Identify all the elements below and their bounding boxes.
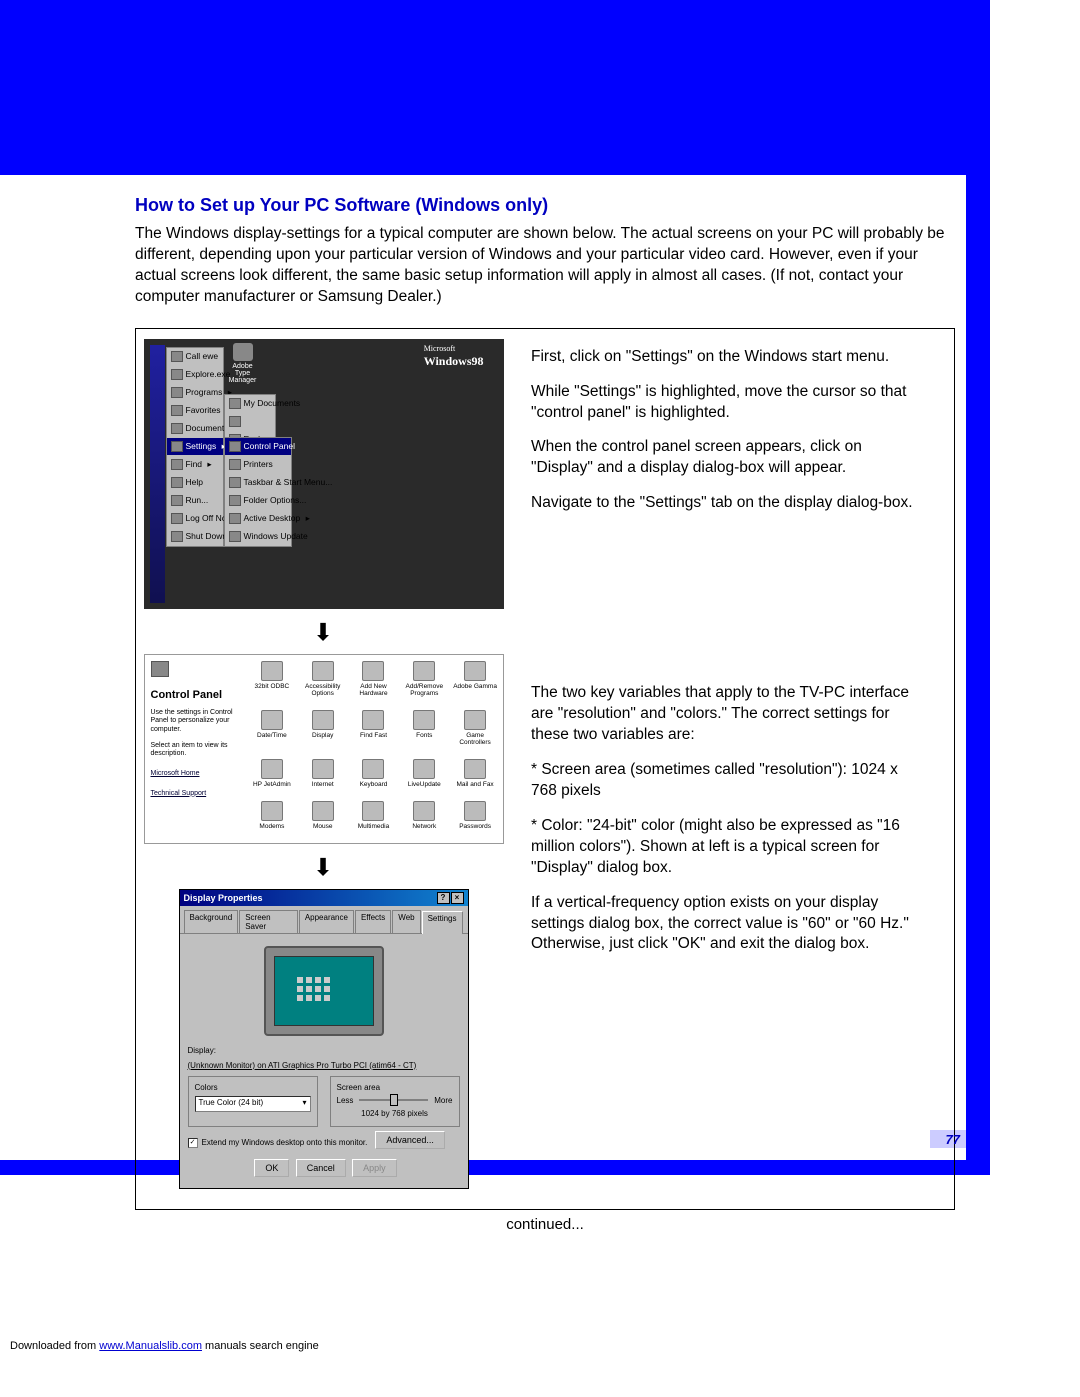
sm-sub-item[interactable]: My Documents bbox=[225, 395, 275, 413]
ok-button[interactable]: OK bbox=[254, 1159, 289, 1177]
sm-item-settings[interactable]: Settings ▸ bbox=[167, 438, 223, 456]
tab-effects[interactable]: Effects bbox=[355, 910, 391, 933]
settings-sub-item[interactable]: Folder Options... bbox=[225, 492, 291, 510]
cp-icon[interactable]: LiveUpdate bbox=[401, 759, 448, 795]
display-label: Display: bbox=[188, 1046, 460, 1055]
chevron-down-icon: ▾ bbox=[302, 1098, 306, 1110]
apply-button[interactable]: Apply bbox=[352, 1159, 397, 1177]
start-menu-list: Call ewe Explore.exe Programs ▸ Favorite… bbox=[166, 347, 224, 547]
monitor-preview bbox=[264, 946, 384, 1036]
instruction-p1: First, click on "Settings" on the Window… bbox=[531, 347, 919, 368]
cp-icon[interactable]: Date/Time bbox=[249, 710, 296, 753]
control-panel-title: Control Panel bbox=[151, 689, 239, 701]
colors-dropdown[interactable]: True Color (24 bit)▾ bbox=[195, 1096, 311, 1112]
help-button[interactable]: ? bbox=[437, 892, 450, 904]
cp-icon[interactable]: Network bbox=[401, 801, 448, 837]
control-panel-screenshot: Control Panel Use the settings in Contro… bbox=[144, 654, 504, 844]
display-properties-dialog: Display Properties ?× Background Screen … bbox=[179, 889, 469, 1189]
sm-item[interactable]: Help bbox=[167, 474, 223, 492]
sm-item[interactable]: Programs ▸ bbox=[167, 384, 223, 402]
extend-desktop-label: Extend my Windows desktop onto this moni… bbox=[202, 1138, 368, 1147]
cp-desc2: Select an item to view its description. bbox=[151, 742, 239, 759]
tab-background[interactable]: Background bbox=[184, 910, 239, 933]
start-menu-screenshot: Adobe Type Manager Microsoft Windows98 W… bbox=[144, 339, 504, 609]
sm-item[interactable]: Find ▸ bbox=[167, 456, 223, 474]
settings-sub-item[interactable]: Printers bbox=[225, 456, 291, 474]
cp-icon[interactable]: Add/Remove Programs bbox=[401, 661, 448, 704]
cp-icon[interactable]: Accessibility Options bbox=[299, 661, 346, 704]
cp-icon[interactable]: Multimedia bbox=[350, 801, 397, 837]
adobe-type-manager-icon: Adobe Type Manager bbox=[229, 343, 257, 384]
cp-icon[interactable]: Find Fast bbox=[350, 710, 397, 753]
resolution-slider[interactable] bbox=[359, 1099, 428, 1101]
settings-sub-item[interactable]: Taskbar & Start Menu... bbox=[225, 474, 291, 492]
control-panel-icon bbox=[151, 661, 169, 677]
footer: Downloaded from www.Manualslib.com manua… bbox=[10, 1340, 319, 1352]
cp-icon[interactable]: Keyboard bbox=[350, 759, 397, 795]
sm-item[interactable]: Shut Down... bbox=[167, 528, 223, 546]
instruction-p4: Navigate to the "Settings" tab on the di… bbox=[531, 493, 919, 514]
instruction-p6: * Screen area (sometimes called "resolut… bbox=[531, 760, 919, 802]
instruction-p3: When the control panel screen appears, c… bbox=[531, 437, 919, 479]
cp-icon[interactable]: Passwords bbox=[452, 801, 499, 837]
cancel-button[interactable]: Cancel bbox=[296, 1159, 346, 1177]
page-number: 77 bbox=[946, 1132, 960, 1147]
tab-settings[interactable]: Settings bbox=[422, 911, 463, 934]
intro-paragraph: The Windows display-settings for a typic… bbox=[135, 224, 955, 308]
sm-item[interactable]: Documents ▸ bbox=[167, 420, 223, 438]
continued-text: continued... bbox=[135, 1216, 955, 1233]
advanced-button[interactable]: Advanced... bbox=[375, 1131, 445, 1149]
cp-icon[interactable]: Fonts bbox=[401, 710, 448, 753]
settings-sub-item[interactable]: Active Desktop ▸ bbox=[225, 510, 291, 528]
instruction-p7: * Color: "24-bit" color (might also be e… bbox=[531, 816, 919, 879]
cp-icon[interactable]: Modems bbox=[249, 801, 296, 837]
colors-fieldset: Colors True Color (24 bit)▾ bbox=[188, 1076, 318, 1127]
resolution-value: 1024 by 768 pixels bbox=[337, 1109, 453, 1118]
screen-area-fieldset: Screen area Less More 1024 by 768 pixels bbox=[330, 1076, 460, 1127]
cp-icon[interactable]: Internet bbox=[299, 759, 346, 795]
instruction-p5: The two key variables that apply to the … bbox=[531, 683, 919, 746]
start-menu-sidebar: Windows98 bbox=[150, 345, 165, 603]
sm-item[interactable]: Run... bbox=[167, 492, 223, 510]
instruction-p8: If a vertical-frequency option exists on… bbox=[531, 893, 919, 956]
instruction-p2: While "Settings" is highlighted, move th… bbox=[531, 382, 919, 424]
display-device: (Unknown Monitor) on ATI Graphics Pro Tu… bbox=[188, 1061, 460, 1070]
cp-icon[interactable]: Display bbox=[299, 710, 346, 753]
cp-link[interactable]: Microsoft Home bbox=[151, 769, 239, 779]
cp-link[interactable]: Technical Support bbox=[151, 789, 239, 799]
sm-sub-item[interactable] bbox=[225, 413, 275, 431]
arrow-down-icon: ➡ bbox=[309, 621, 338, 641]
cp-icon[interactable]: Mouse bbox=[299, 801, 346, 837]
dialog-tabs: Background Screen Saver Appearance Effec… bbox=[180, 906, 468, 934]
tab-appearance[interactable]: Appearance bbox=[299, 910, 354, 933]
arrow-down-icon: ➡ bbox=[309, 856, 338, 876]
cp-icon[interactable]: Add New Hardware bbox=[350, 661, 397, 704]
cp-icon[interactable]: HP JetAdmin bbox=[249, 759, 296, 795]
cp-desc: Use the settings in Control Panel to per… bbox=[151, 709, 239, 734]
settings-sub-item[interactable]: Windows Update bbox=[225, 528, 291, 546]
section-heading: How to Set up Your PC Software (Windows … bbox=[135, 195, 955, 216]
tab-web[interactable]: Web bbox=[392, 910, 420, 933]
cp-icon[interactable]: Game Controllers bbox=[452, 710, 499, 753]
close-button[interactable]: × bbox=[451, 892, 464, 904]
sm-item[interactable]: Call ewe bbox=[167, 348, 223, 366]
figure-container: Adobe Type Manager Microsoft Windows98 W… bbox=[135, 328, 955, 1210]
window-buttons: ?× bbox=[436, 892, 464, 904]
page-border-top bbox=[0, 0, 990, 175]
settings-sub-control-panel[interactable]: Control Panel bbox=[225, 438, 291, 456]
settings-submenu: Control Panel Printers Taskbar & Start M… bbox=[224, 437, 292, 547]
sm-item[interactable]: Explore.exe bbox=[167, 366, 223, 384]
cp-icon[interactable]: 32bit ODBC bbox=[249, 661, 296, 704]
cp-icon[interactable]: Adobe Gamma bbox=[452, 661, 499, 704]
windows98-logo: Microsoft Windows98 bbox=[424, 343, 484, 369]
sm-item[interactable]: Favorites ▸ bbox=[167, 402, 223, 420]
dialog-titlebar: Display Properties ?× bbox=[180, 890, 468, 906]
page-border-right bbox=[966, 0, 990, 1175]
cp-icon[interactable]: Mail and Fax bbox=[452, 759, 499, 795]
tab-screensaver[interactable]: Screen Saver bbox=[239, 910, 298, 933]
sm-item[interactable]: Log Off Nced... bbox=[167, 510, 223, 528]
footer-link[interactable]: www.Manualslib.com bbox=[99, 1340, 202, 1352]
extend-desktop-checkbox[interactable]: ✓ bbox=[188, 1138, 198, 1148]
